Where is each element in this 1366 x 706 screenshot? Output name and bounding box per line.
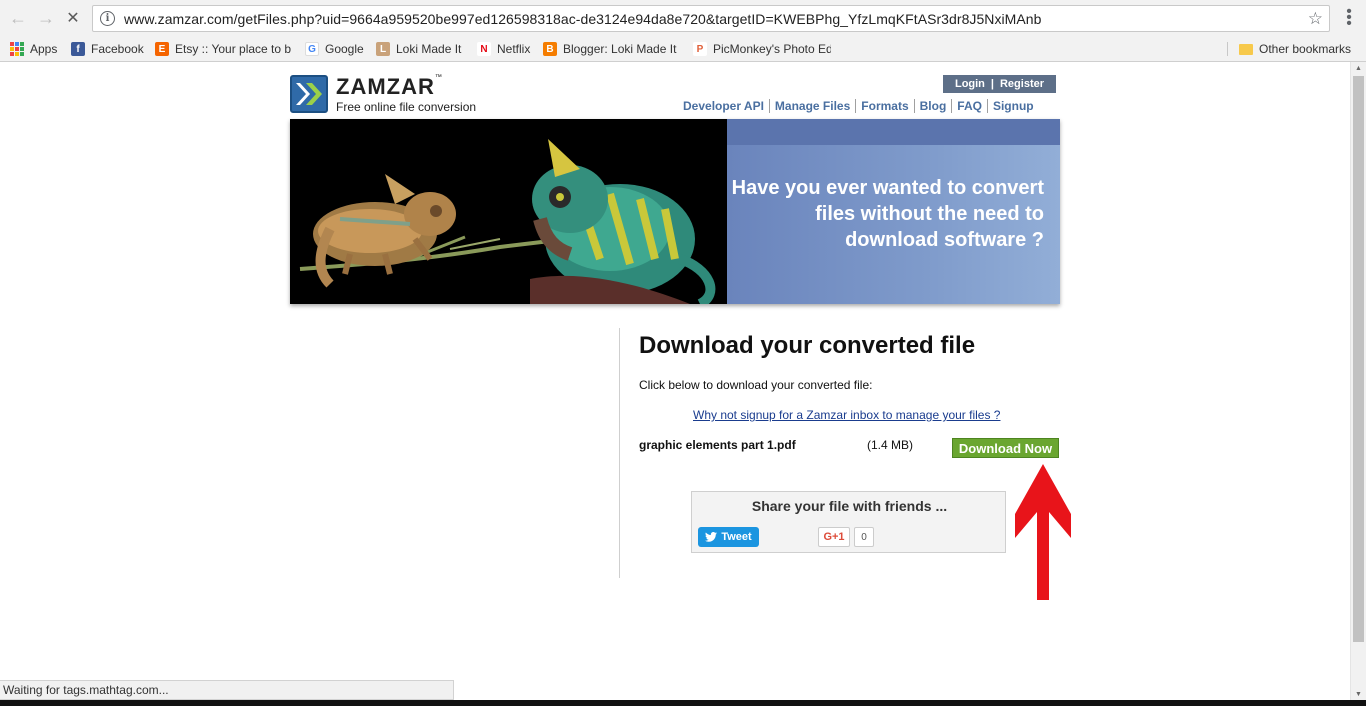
chevrons-icon (296, 83, 322, 105)
twitter-bird-icon (705, 532, 718, 542)
os-taskbar (0, 700, 1366, 706)
bookmark-blogger[interactable]: B Blogger: Loki Made It (543, 40, 681, 58)
top-nav: Developer API Manage Files Formats Blog … (683, 99, 1034, 113)
banner-text: Have you ever wanted to convert files wi… (731, 177, 1044, 251)
nav-faq[interactable]: FAQ (952, 99, 988, 113)
back-arrow-icon[interactable]: ← (8, 8, 28, 28)
share-title: Share your file with friends ... (751, 498, 948, 514)
tweet-button[interactable]: Tweet (698, 527, 759, 547)
google-plus-button[interactable]: G+1 (818, 527, 850, 547)
login-separator: | (990, 78, 994, 90)
bookmark-other[interactable]: Other bookmarks (1239, 40, 1351, 58)
facebook-icon: f (71, 42, 85, 56)
blogger-icon: B (543, 42, 557, 56)
nav-signup[interactable]: Signup (988, 99, 1034, 113)
chameleons-illustration (299, 139, 716, 304)
nav-blog[interactable]: Blog (915, 99, 953, 113)
download-now-button[interactable]: Download Now (952, 438, 1059, 458)
bookmarks-separator (1227, 42, 1228, 56)
nav-formats[interactable]: Formats (856, 99, 915, 113)
login-link[interactable]: Login (955, 78, 985, 90)
google-plus-count: 0 (854, 527, 874, 547)
register-link[interactable]: Register (1000, 78, 1044, 90)
google-icon: G (305, 42, 319, 56)
file-size: (1.4 MB) (867, 438, 914, 452)
hero-banner: Have you ever wanted to convert files wi… (290, 119, 1060, 304)
red-arrow-annotation (1015, 464, 1071, 600)
bookmark-picmonkey[interactable]: P PicMonkey's Photo Ed (693, 40, 831, 58)
logo-tagline: Free online file conversion (336, 100, 477, 114)
scroll-thumb[interactable] (1353, 76, 1364, 642)
bookmarks-bar: Apps f Facebook E Etsy :: Your place to … (0, 36, 1366, 62)
stop-loading-icon[interactable]: ✕ (63, 8, 83, 28)
browser-toolbar: ← → ✕ i www.zamzar.com/getFiles.php?uid=… (0, 0, 1366, 36)
url-text[interactable]: www.zamzar.com/getFiles.php?uid=9664a959… (124, 11, 1284, 27)
forward-arrow-icon[interactable]: → (36, 8, 56, 28)
bookmark-apps[interactable]: Apps (10, 40, 57, 58)
page-title: Download your converted file (639, 332, 976, 359)
login-register-box: Login | Register (943, 75, 1056, 93)
picmonkey-icon: P (693, 42, 707, 56)
netflix-icon: N (477, 42, 491, 56)
nav-manage-files[interactable]: Manage Files (770, 99, 857, 113)
chameleon-image (290, 119, 727, 304)
zamzar-logo-icon[interactable] (290, 75, 328, 113)
file-name: graphic elements part 1.pdf (639, 438, 796, 452)
loki-icon: L (376, 42, 390, 56)
folder-icon (1239, 43, 1253, 55)
banner-strip (727, 119, 1060, 145)
bookmark-google[interactable]: G Google (305, 40, 367, 58)
nav-developer-api[interactable]: Developer API (683, 99, 770, 113)
banner-message-panel: Have you ever wanted to convert files wi… (727, 119, 1060, 304)
share-box: Share your file with friends ... Tweet G… (691, 491, 1006, 553)
scroll-down-icon[interactable]: ▼ (1355, 691, 1362, 698)
scroll-up-icon[interactable]: ▲ (1355, 65, 1362, 72)
status-bar: Waiting for tags.mathtag.com... (0, 680, 454, 700)
bookmark-star-icon[interactable]: ☆ (1308, 9, 1323, 29)
address-bar[interactable]: i www.zamzar.com/getFiles.php?uid=9664a9… (92, 5, 1330, 32)
bookmark-loki-made-it[interactable]: L Loki Made It (376, 40, 468, 58)
signup-inbox-link[interactable]: Why not signup for a Zamzar inbox to man… (693, 408, 1000, 422)
page-scrollbar[interactable]: ▲ ▼ (1350, 62, 1366, 700)
bookmark-netflix[interactable]: N Netflix (477, 40, 535, 58)
download-instruction: Click below to download your converted f… (639, 378, 873, 392)
bookmark-etsy[interactable]: E Etsy :: Your place to bu (155, 40, 291, 58)
bookmark-facebook[interactable]: f Facebook (71, 40, 147, 58)
apps-grid-icon (10, 42, 24, 56)
site-info-icon[interactable]: i (100, 11, 115, 26)
browser-menu-icon[interactable]: • • • (1343, 4, 1355, 32)
page-content: ZAMZAR™ Free online file conversion Logi… (0, 62, 1350, 680)
etsy-icon: E (155, 42, 169, 56)
content-divider (619, 328, 620, 578)
logo-name[interactable]: ZAMZAR™ (336, 74, 442, 100)
